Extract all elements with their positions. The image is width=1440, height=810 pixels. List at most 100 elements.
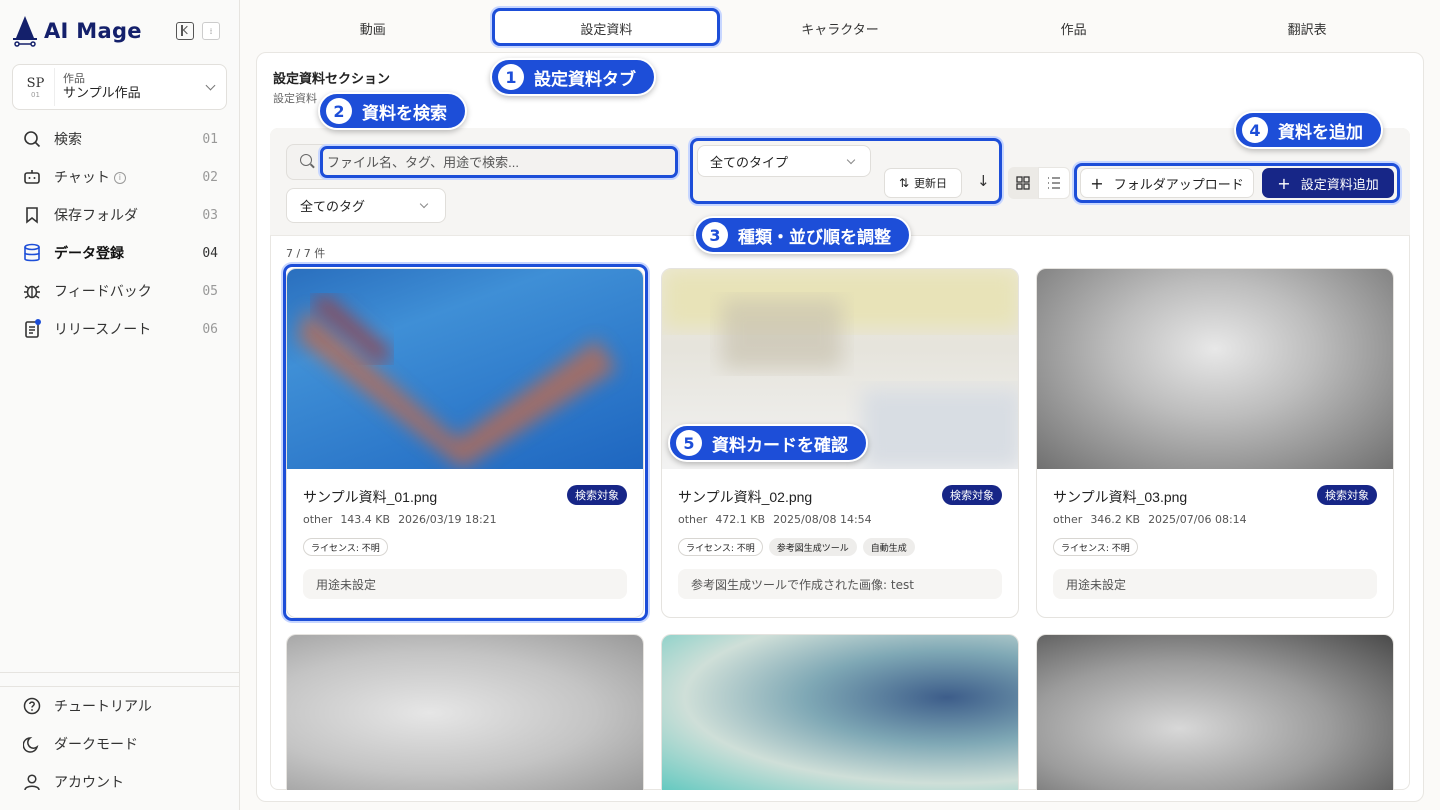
card-meta: other 143.4 KB 2026/03/19 18:21 xyxy=(303,513,497,526)
material-card[interactable] xyxy=(286,634,644,790)
bug-icon xyxy=(22,281,42,301)
card-usage: 参考図生成ツールで作成された画像: test xyxy=(678,569,1002,599)
info-icon[interactable]: i xyxy=(113,172,126,184)
card-thumbnail xyxy=(287,269,643,469)
card-size: 143.4 KB xyxy=(340,513,391,526)
result-count: 7 / 7 件 xyxy=(286,247,326,260)
callout-4: 4 資料を追加 xyxy=(1234,111,1383,149)
type-filter-value: 全てのタイプ xyxy=(710,155,789,171)
sidebar-item-release-notes[interactable]: リリースノート 06 xyxy=(0,310,240,348)
search-icon xyxy=(22,129,42,149)
sort-field-label: 更新日 xyxy=(914,177,948,190)
sidebar-item-label: 検索 xyxy=(54,132,82,148)
sidebar-item-label: フィードバック xyxy=(54,284,152,300)
sidebar-item-label: アカウント xyxy=(54,775,124,791)
material-card[interactable] xyxy=(661,634,1019,790)
card-thumbnail xyxy=(287,635,643,790)
tab-translation[interactable]: 翻訳表 xyxy=(1190,8,1424,48)
blurred-image xyxy=(297,292,617,469)
sidebar-item-tutorial[interactable]: チュートリアル xyxy=(0,687,240,725)
card-tags: ライセンス: 不明 xyxy=(1053,538,1138,556)
list-view-button[interactable] xyxy=(1038,167,1070,199)
material-card[interactable]: サンプル資料_01.png 検索対象 other 143.4 KB 2026/0… xyxy=(286,268,644,618)
sidebar-item-dark-mode[interactable]: ダークモード xyxy=(0,725,240,763)
tag-chip[interactable]: ライセンス: 不明 xyxy=(1053,538,1138,556)
card-date: 2025/08/08 14:54 xyxy=(773,513,872,526)
sidebar-item-shortcut: 04 xyxy=(202,245,218,261)
project-label: 作品 xyxy=(63,72,85,85)
tag-chip[interactable]: 参考図生成ツール xyxy=(768,538,857,556)
card-usage: 用途未設定 xyxy=(1053,569,1377,599)
search-input[interactable] xyxy=(320,146,678,178)
card-meta: other 346.2 KB 2025/07/06 08:14 xyxy=(1053,513,1247,526)
sidebar-item-chat[interactable]: チャット i 02 xyxy=(0,158,240,196)
card-badge: 検索対象 xyxy=(942,485,1002,505)
type-filter-select[interactable]: 全てのタイプ xyxy=(697,145,871,177)
card-badge: 検索対象 xyxy=(567,485,627,505)
folder-upload-button[interactable]: + フォルダアップロード xyxy=(1080,168,1254,198)
callout-1: 1 設定資料タブ xyxy=(490,58,656,96)
card-usage: 用途未設定 xyxy=(303,569,627,599)
tag-filter-select[interactable]: 全てのタグ xyxy=(286,188,446,223)
grid-view-button[interactable] xyxy=(1008,167,1038,199)
card-size: 472.1 KB xyxy=(715,513,766,526)
tab-settings-material[interactable]: 設定資料 xyxy=(490,8,724,48)
card-size: 346.2 KB xyxy=(1090,513,1141,526)
sidebar-item-shortcut: 05 xyxy=(202,283,218,299)
callout-number: 4 xyxy=(1242,117,1268,143)
sidebar-item-label: データ登録 xyxy=(54,246,124,262)
sidebar-item-data-register[interactable]: データ登録 04 xyxy=(0,234,240,272)
tag-chip[interactable]: ライセンス: 不明 xyxy=(303,538,388,556)
sidebar-item-feedback[interactable]: フィードバック 05 xyxy=(0,272,240,310)
sort-field-button[interactable]: ⇅ 更新日 xyxy=(884,168,962,198)
callout-text: 設定資料タブ xyxy=(534,69,636,90)
card-title: サンプル資料_01.png xyxy=(303,489,438,505)
card-title: サンプル資料_03.png xyxy=(1053,489,1188,505)
card-thumbnail xyxy=(662,635,1018,790)
callout-text: 資料を追加 xyxy=(1278,122,1363,143)
add-material-label: 設定資料追加 xyxy=(1300,177,1379,193)
chevron-down-icon xyxy=(205,80,216,91)
sidebar-item-search[interactable]: 検索 01 xyxy=(0,120,240,158)
list-icon xyxy=(1048,177,1060,189)
material-card[interactable]: サンプル資料_03.png 検索対象 other 346.2 KB 2025/0… xyxy=(1036,268,1394,618)
sidebar-item-label: チュートリアル xyxy=(54,699,152,715)
app-name: AI Mage xyxy=(44,19,142,43)
tag-chip[interactable]: 自動生成 xyxy=(862,538,915,556)
grid-icon xyxy=(1016,176,1030,190)
card-date: 2025/07/06 08:14 xyxy=(1148,513,1247,526)
sidebar-divider xyxy=(0,672,240,673)
callout-text: 資料カードを確認 xyxy=(712,435,848,456)
tab-character[interactable]: キャラクター xyxy=(723,8,957,48)
sidebar-item-shortcut: 01 xyxy=(202,131,218,147)
add-material-button[interactable]: + 設定資料追加 xyxy=(1262,168,1394,198)
section-subtitle: 設定資料 xyxy=(273,92,317,105)
callout-text: 資料を検索 xyxy=(362,103,447,124)
sidebar-nav: 検索 01 チャット i 02 保存フォルダ 03 データ登録 04 フィードバ… xyxy=(0,120,240,348)
search-icon xyxy=(300,154,312,166)
sidebar-collapse-icon[interactable] xyxy=(176,22,194,40)
app-logo[interactable]: AI Mage xyxy=(12,14,142,48)
folder-upload-label: フォルダアップロード xyxy=(1113,177,1244,193)
sidebar-item-shortcut: 06 xyxy=(202,321,218,337)
sidebar-item-saved-folder[interactable]: 保存フォルダ 03 xyxy=(0,196,240,234)
sidebar-item-label: チャット i xyxy=(54,167,126,187)
sidebar-item-shortcut: 02 xyxy=(202,169,218,185)
sidebar-item-account[interactable]: アカウント xyxy=(0,763,240,801)
project-selector[interactable]: SP 01 作品 サンプル作品 xyxy=(12,64,227,110)
tag-filter-value: 全てのタグ xyxy=(300,200,366,215)
project-avatar-num: 01 xyxy=(31,90,40,99)
chevron-down-icon xyxy=(419,199,429,209)
tag-chip[interactable]: ライセンス: 不明 xyxy=(678,538,763,556)
tab-works[interactable]: 作品 xyxy=(957,8,1191,48)
bot-icon xyxy=(22,167,42,187)
mage-hat-icon xyxy=(13,16,37,47)
card-type: other xyxy=(678,513,708,526)
help-icon xyxy=(22,696,42,716)
chat-label: チャット xyxy=(54,170,110,186)
card-tags: ライセンス: 不明 xyxy=(303,538,388,556)
sort-icon: ⇅ xyxy=(898,176,910,190)
tab-video[interactable]: 動画 xyxy=(256,8,490,48)
material-card[interactable] xyxy=(1036,634,1394,790)
sort-direction-button[interactable]: ↓ xyxy=(977,172,990,190)
